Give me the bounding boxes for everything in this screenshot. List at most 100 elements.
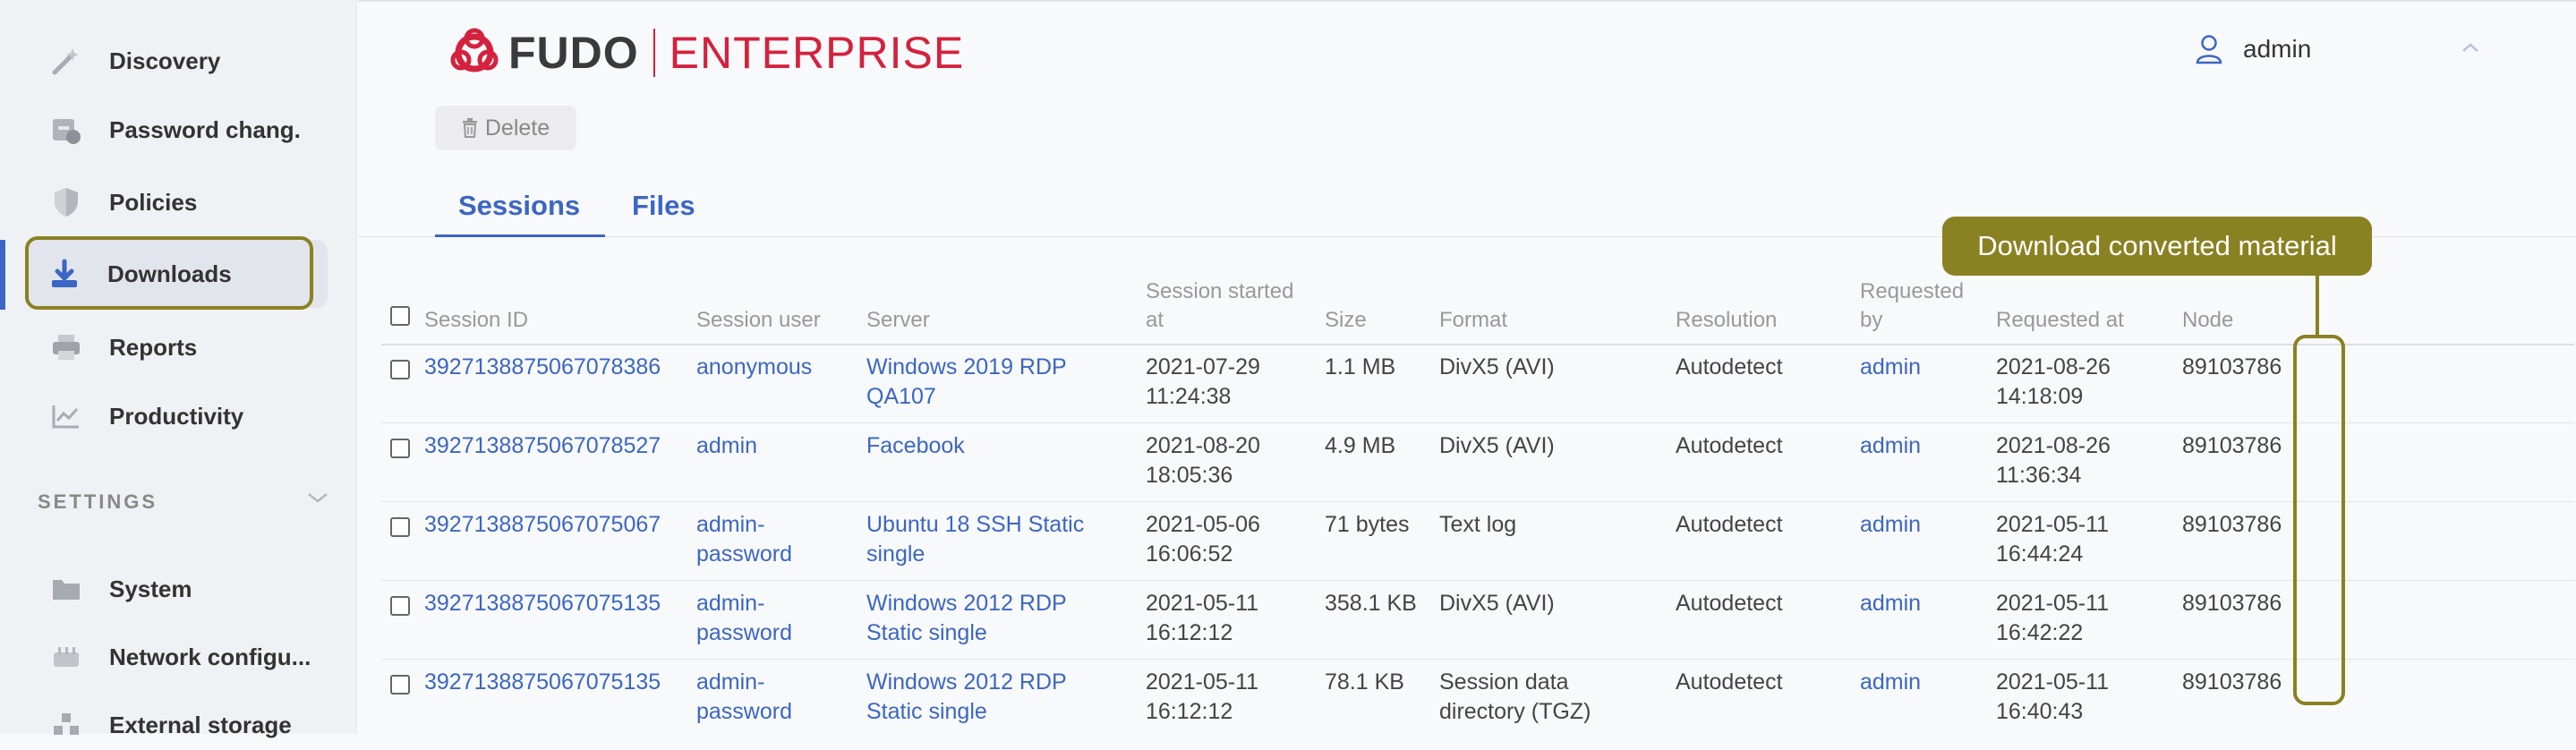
session-started-at: 2021-08-20 18:05:36 — [1146, 431, 1260, 490]
col-server[interactable]: Server — [866, 306, 930, 335]
session-id-link[interactable]: 3927138875067075135 — [424, 668, 661, 697]
session-user-link[interactable]: admin-password — [696, 589, 792, 648]
sidebar-item-discovery[interactable]: Discovery — [27, 36, 322, 86]
server-link[interactable]: Windows 2012 RDP Static single — [866, 589, 1067, 648]
requested-date: 2021-05-11 — [1996, 591, 2110, 616]
format-line2: directory (TGZ) — [1439, 699, 1591, 724]
delete-button[interactable]: Delete — [435, 106, 576, 150]
col-session-started-line1: Session started — [1146, 279, 1294, 303]
col-format[interactable]: Format — [1439, 306, 1507, 335]
sidebar-item-network-configuration[interactable]: Network configu... — [27, 632, 322, 682]
server-line2: Static single — [866, 699, 987, 724]
session-id-link[interactable]: 3927138875067075135 — [424, 589, 661, 618]
user-name: admin — [2243, 35, 2312, 63]
wand-icon — [48, 43, 84, 79]
delete-button-label: Delete — [484, 115, 550, 141]
session-user-link[interactable]: anonymous — [696, 353, 812, 382]
requested-by-link[interactable]: admin — [1860, 589, 1921, 618]
resolution-value: Autodetect — [1676, 591, 1783, 616]
node-value: 89103786 — [2182, 354, 2282, 379]
col-session-started-at[interactable]: Session started at — [1146, 277, 1293, 335]
sidebar-item-external-storage[interactable]: External storage — [27, 700, 322, 750]
row-checkbox[interactable] — [390, 517, 410, 537]
requested-date: 2021-08-26 — [1996, 354, 2111, 379]
format-line1: DivX5 (AVI) — [1439, 354, 1555, 379]
session-id-link[interactable]: 3927138875067078386 — [424, 353, 661, 382]
sidebar-item-password-change[interactable]: Password chang. — [27, 105, 322, 155]
row-checkbox[interactable] — [390, 675, 410, 695]
table-header-divider — [381, 344, 2574, 345]
col-session-user[interactable]: Session user — [696, 306, 821, 335]
started-date: 2021-05-06 — [1146, 512, 1260, 537]
format-value: DivX5 (AVI) — [1439, 589, 1555, 618]
download-callout: Download converted material — [1942, 217, 2372, 276]
session-started-at: 2021-05-06 16:06:52 — [1146, 510, 1260, 569]
session-user-link[interactable]: admin-password — [696, 668, 792, 727]
top-divider — [358, 0, 2576, 2]
format-value: Text log — [1439, 510, 1516, 540]
server-line2: Static single — [866, 620, 987, 645]
sidebar-item-policies[interactable]: Policies — [27, 177, 322, 227]
server-line2: QA107 — [866, 384, 936, 409]
server-link[interactable]: Facebook — [866, 431, 965, 461]
server-link[interactable]: Ubuntu 18 SSH Static single — [866, 510, 1084, 569]
col-resolution[interactable]: Resolution — [1676, 306, 1777, 335]
requested-by-link[interactable]: admin — [1860, 353, 1921, 382]
session-user-line1: admin — [696, 433, 758, 458]
col-size[interactable]: Size — [1325, 306, 1367, 335]
col-requested-by[interactable]: Requested by — [1860, 277, 1964, 335]
col-requested-at[interactable]: Requested at — [1996, 306, 2124, 335]
downloads-highlight — [25, 236, 313, 310]
sidebar-item-label: Policies — [109, 188, 198, 216]
session-user-link[interactable]: admin-password — [696, 510, 792, 569]
requested-by-link[interactable]: admin — [1860, 510, 1921, 540]
sidebar-item-system[interactable]: System — [27, 564, 322, 614]
server-line1: Facebook — [866, 433, 965, 458]
chevron-up-icon[interactable] — [2460, 41, 2481, 58]
session-id-link[interactable]: 3927138875067075067 — [424, 510, 661, 540]
tab-files[interactable]: Files — [632, 190, 695, 222]
tab-sessions[interactable]: Sessions — [458, 190, 580, 222]
logo-text-enterprise: ENTERPRISE — [669, 28, 965, 78]
format-value: Session data directory (TGZ) — [1439, 668, 1591, 727]
requested-by-link[interactable]: admin — [1860, 431, 1921, 461]
storage-icon — [48, 707, 84, 743]
row-checkbox[interactable] — [390, 596, 410, 616]
user-menu[interactable]: admin — [2195, 34, 2311, 64]
row-checkbox[interactable] — [390, 439, 410, 458]
format-value: DivX5 (AVI) — [1439, 353, 1555, 382]
row-checkbox[interactable] — [390, 360, 410, 379]
requested-at: 2021-05-11 16:42:22 — [1996, 589, 2109, 648]
format-line1: DivX5 (AVI) — [1439, 591, 1555, 616]
row-divider — [381, 580, 2574, 581]
select-all-checkbox[interactable] — [390, 306, 410, 326]
col-session-id[interactable]: Session ID — [424, 306, 528, 335]
row-divider — [381, 659, 2574, 660]
printer-icon — [48, 329, 84, 365]
sidebar-item-productivity[interactable]: Productivity — [27, 391, 322, 441]
chevron-down-icon[interactable] — [306, 490, 329, 509]
node-value: 89103786 — [2182, 591, 2282, 616]
server-link[interactable]: Windows 2019 RDP QA107 — [866, 353, 1067, 412]
size-value: 358.1 KB — [1325, 591, 1417, 616]
requested-by-link[interactable]: admin — [1860, 668, 1921, 697]
session-user-line2: password — [696, 620, 792, 645]
size-value: 71 bytes — [1325, 512, 1410, 537]
row-divider — [381, 501, 2574, 502]
resolution-value: Autodetect — [1676, 354, 1783, 379]
col-node[interactable]: Node — [2182, 306, 2233, 335]
server-line1: Windows 2012 RDP — [866, 591, 1067, 616]
logo-separator — [653, 29, 655, 77]
session-id-link[interactable]: 3927138875067078527 — [424, 431, 661, 461]
sidebar-item-reports[interactable]: Reports — [27, 322, 322, 372]
session-started-at: 2021-07-29 11:24:38 — [1146, 353, 1260, 412]
node-value: 89103786 — [2182, 512, 2282, 537]
sidebar: Discovery Password chang. Policies Downl… — [0, 0, 357, 738]
callout-connector — [2316, 276, 2319, 337]
session-user-line1: anonymous — [696, 354, 813, 379]
server-link[interactable]: Windows 2012 RDP Static single — [866, 668, 1067, 727]
server-line1: Windows 2019 RDP — [866, 354, 1067, 379]
started-time: 16:12:12 — [1146, 699, 1233, 724]
session-user-link[interactable]: admin — [696, 431, 757, 461]
resolution-value: Autodetect — [1676, 512, 1783, 537]
